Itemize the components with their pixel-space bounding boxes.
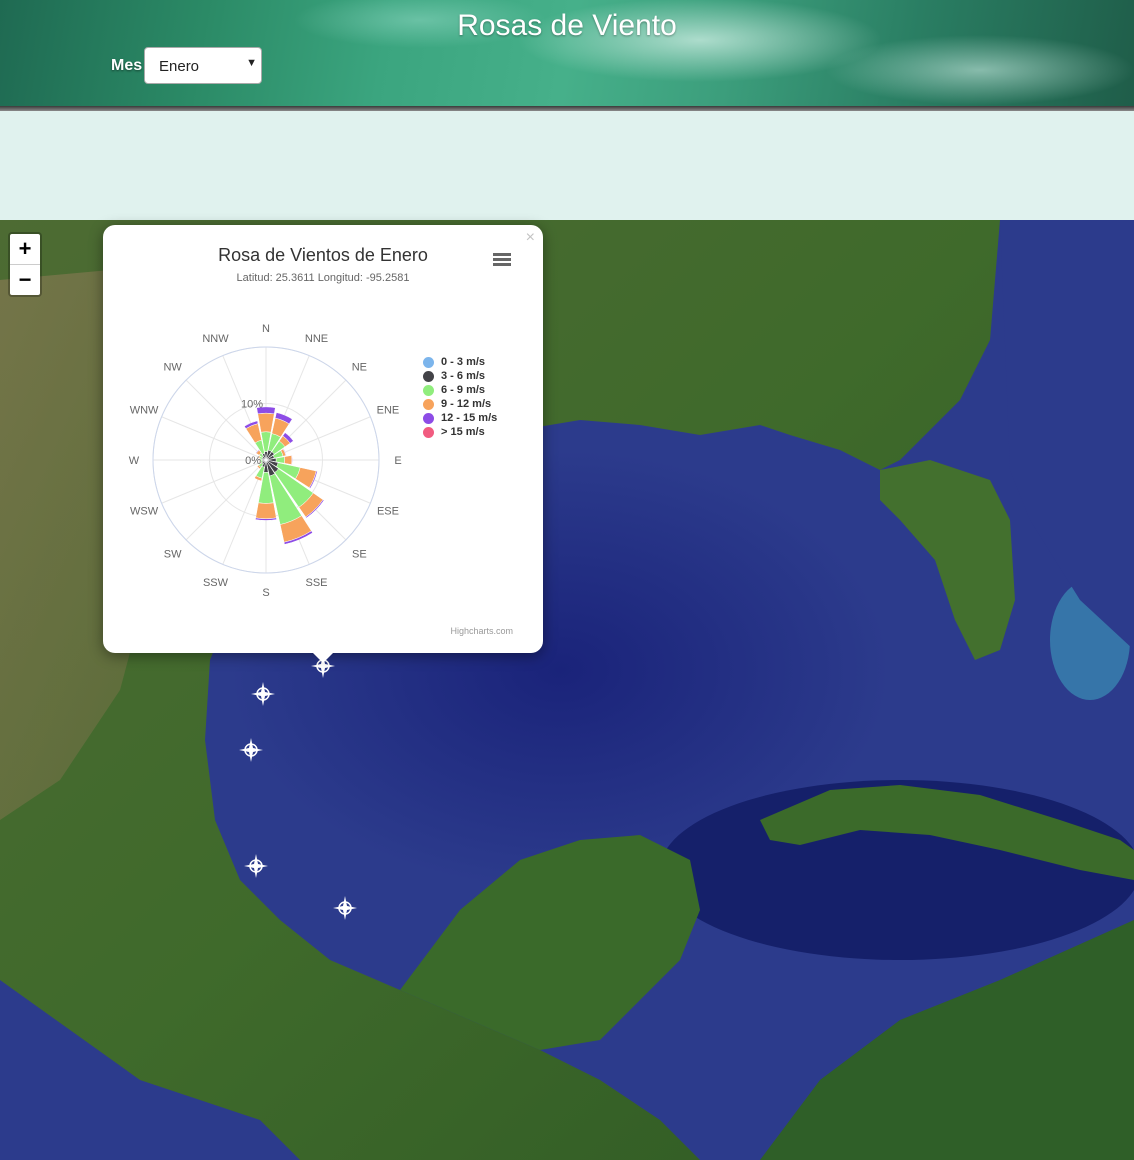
legend-symbol: [423, 399, 434, 410]
zoom-control: + −: [8, 232, 42, 297]
direction-label: SSW: [203, 577, 229, 589]
compass-star-icon: [333, 896, 357, 920]
legend-label: > 15 m/s: [441, 426, 485, 438]
popup-tip: [311, 651, 335, 663]
chart-credits[interactable]: Highcharts.com: [450, 626, 513, 636]
wind-rose-chart: N NNE NE ENE E ESE SE SSE S SSW SW WSW W WNW NW NNW 0% 10…: [129, 323, 402, 599]
direction-label: NNE: [305, 333, 328, 345]
angular-grid-line: [185, 379, 267, 461]
legend-label: 12 - 15 m/s: [441, 412, 498, 424]
compass-star-icon: [244, 854, 268, 878]
legend-label: 6 - 9 m/s: [441, 384, 486, 396]
legend-symbol: [423, 385, 434, 396]
direction-label: NW: [163, 362, 182, 374]
legend-symbol: [423, 371, 434, 382]
wind-rose-bar: [284, 455, 293, 465]
legend-label: 0 - 3 m/s: [441, 356, 486, 368]
direction-label: S: [262, 587, 269, 599]
zoom-in-button[interactable]: +: [10, 234, 40, 265]
direction-label: N: [262, 323, 270, 335]
direction-label: ENE: [377, 404, 400, 416]
legend-label: 9 - 12 m/s: [441, 398, 492, 410]
wind-rose-bar: [257, 412, 275, 433]
chevron-down-icon: ▼: [246, 57, 257, 69]
zoom-out-button[interactable]: −: [10, 265, 40, 295]
legend-symbol: [423, 427, 434, 438]
direction-label: E: [394, 455, 401, 467]
station-marker[interactable]: [238, 737, 264, 763]
wind-rose-bar: [255, 502, 277, 520]
radial-tick-label: 0%: [245, 455, 261, 467]
direction-label: ESE: [377, 506, 399, 518]
month-select[interactable]: Enero ▼: [144, 47, 262, 84]
hamburger-menu-icon[interactable]: [493, 253, 511, 267]
legend-symbol: [423, 357, 434, 368]
compass-star-icon: [239, 738, 263, 762]
direction-label: W: [129, 455, 140, 467]
legend-symbol: [423, 413, 434, 424]
direction-label: SSE: [306, 577, 328, 589]
radial-tick-label: 10%: [241, 399, 263, 411]
legend-label: 3 - 6 m/s: [441, 370, 486, 382]
compass-star-icon: [251, 682, 275, 706]
page-header: Rosas de Viento Mes Enero ▼: [0, 0, 1134, 111]
chart-subtitle: Latitud: 25.3611 Longitud: -95.2581: [236, 272, 410, 284]
chart-title: Rosa de Vientos de Enero: [218, 245, 428, 265]
direction-label: SW: [164, 548, 182, 560]
station-marker[interactable]: [250, 681, 276, 707]
content-band: [0, 111, 1134, 220]
station-marker[interactable]: [332, 895, 358, 921]
direction-label: WSW: [130, 506, 159, 518]
station-marker[interactable]: [243, 853, 269, 879]
direction-label: SE: [352, 548, 367, 560]
angular-grid-line: [185, 459, 267, 541]
direction-label: NE: [352, 362, 367, 374]
page-title: Rosas de Viento: [457, 9, 677, 42]
direction-label: NNW: [202, 333, 229, 345]
station-popup: × Rosa de Vientos de Enero Latitud: 25.3…: [103, 225, 543, 653]
month-select-value: Enero: [159, 58, 200, 75]
direction-label: WNW: [130, 404, 159, 416]
month-label: Mes: [111, 57, 143, 74]
